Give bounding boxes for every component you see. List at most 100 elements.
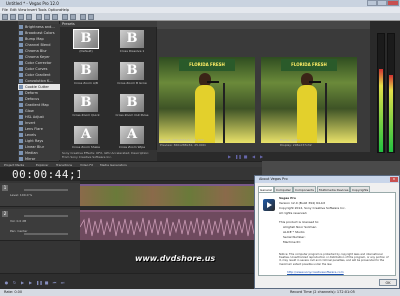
preset-thumbnail[interactable]: B Cross Zoom A/B bbox=[66, 62, 106, 88]
pan-slider[interactable] bbox=[24, 233, 68, 235]
go-end-icon[interactable]: ⏭ bbox=[60, 280, 65, 285]
audio-master-meters bbox=[370, 21, 400, 161]
snap-icon[interactable] bbox=[80, 14, 86, 20]
fx-list-item-label: Color Curves bbox=[25, 67, 48, 71]
play-icon[interactable]: ▶ bbox=[28, 280, 33, 285]
fx-list-item-label: Chroma Keyer bbox=[25, 55, 50, 59]
go-start-icon[interactable]: ⏮ bbox=[52, 280, 57, 285]
fx-plugin-icon bbox=[19, 127, 23, 131]
preset-thumbnail[interactable]: B (Default) bbox=[66, 29, 106, 56]
fx-plugin-icon bbox=[19, 151, 23, 155]
license-org: ALICE * Studio bbox=[283, 230, 305, 234]
audio-track-header[interactable]: 2 Vol: 0.0 dB Pan: Center bbox=[0, 209, 80, 241]
preset-label: Cross Zoom A/B bbox=[74, 81, 98, 85]
render-icon[interactable] bbox=[26, 14, 32, 20]
meter-left bbox=[377, 33, 385, 153]
preset-label: Cross Zoom Out Pulse bbox=[115, 113, 149, 117]
audio-waveform bbox=[80, 217, 262, 237]
next-frame-icon[interactable]: ▶ bbox=[259, 154, 264, 159]
fx-plugin-icon bbox=[19, 139, 23, 143]
ok-button[interactable]: OK bbox=[379, 279, 397, 286]
preset-thumbnail[interactable]: B Cross Zoom Out Pulse bbox=[112, 94, 152, 120]
stop-icon[interactable]: ■ bbox=[243, 154, 248, 159]
preset-label: (Default) bbox=[79, 49, 93, 53]
minimize-button[interactable] bbox=[367, 0, 377, 6]
undo-icon[interactable] bbox=[62, 14, 68, 20]
general-panel: Vegas Pro Version 12.0 (Build 394) 64-bi… bbox=[258, 192, 396, 276]
preset-thumbnail[interactable]: B Cross Dissolve 1 bbox=[112, 30, 152, 56]
folder-tree[interactable] bbox=[0, 21, 18, 161]
close-button[interactable] bbox=[387, 0, 399, 6]
video-event[interactable] bbox=[80, 184, 262, 206]
paste-icon[interactable] bbox=[52, 14, 58, 20]
preset-label: Cross Zoom Shake bbox=[72, 145, 100, 149]
watermark-text: www.dvdshore.us bbox=[135, 254, 216, 263]
fx-list-item-label: Bump Map bbox=[25, 37, 44, 41]
fx-list-item-label: Brightness and... bbox=[25, 25, 55, 29]
status-rate: Rate: 0.00 bbox=[4, 290, 23, 294]
fx-plugin-icon bbox=[19, 73, 23, 77]
prev-frame-icon[interactable]: ◀ bbox=[251, 154, 256, 159]
fx-list-item-label: Color Corrector bbox=[25, 61, 52, 65]
fx-list-item-label: Color Gradient bbox=[25, 73, 51, 77]
play-icon[interactable]: ▶ bbox=[227, 154, 232, 159]
video-track-header[interactable]: 1 Level: 100.0 % bbox=[0, 183, 80, 207]
copy-icon[interactable] bbox=[44, 14, 50, 20]
audio-event[interactable] bbox=[80, 210, 262, 240]
cut-icon[interactable] bbox=[36, 14, 42, 20]
new-project-icon[interactable] bbox=[2, 14, 8, 20]
save-icon[interactable] bbox=[18, 14, 24, 20]
menu-edit[interactable]: Edit bbox=[10, 8, 17, 12]
fx-list-item-label: Deform bbox=[25, 91, 39, 95]
about-dialog: About Vegas Pro × General Computer Compo… bbox=[254, 175, 400, 289]
menu-tools[interactable]: Tools bbox=[38, 8, 47, 12]
licensed-to-label: This product is licensed to: bbox=[279, 220, 320, 224]
fx-plugin-icon bbox=[19, 49, 23, 53]
preset-thumbnail[interactable]: A Cross Zoom Wipe bbox=[112, 126, 152, 152]
level-slider[interactable] bbox=[24, 189, 68, 191]
menu-help[interactable]: Help bbox=[61, 8, 69, 12]
maximize-button[interactable] bbox=[377, 0, 387, 6]
track-list: 1 Level: 100.0 % 2 Vol: 0.0 dB Pan: Cent… bbox=[0, 181, 80, 273]
fx-list-item-label: Lens Flare bbox=[25, 127, 43, 131]
menu-file[interactable]: File bbox=[2, 8, 8, 12]
pause-icon[interactable]: ❚❚ bbox=[36, 280, 43, 285]
redo-icon[interactable] bbox=[70, 14, 76, 20]
open-icon[interactable] bbox=[10, 14, 16, 20]
preset-label: Cross Dissolve 1 bbox=[119, 49, 145, 53]
preset-description: Sony Creative Effects: OFX, GPU Accelera… bbox=[60, 150, 157, 161]
preset-thumbnail[interactable]: B Cross Zoom B Grow bbox=[112, 62, 152, 88]
preset-thumbnail[interactable]: A Cross Zoom Shake bbox=[66, 126, 106, 152]
close-icon[interactable]: × bbox=[390, 177, 398, 182]
stop-icon[interactable]: ■ bbox=[44, 280, 49, 285]
menu-insert[interactable]: Insert bbox=[27, 8, 37, 12]
track-number: 2 bbox=[2, 211, 8, 217]
website-link[interactable]: http://www.sonycreativesoftware.com bbox=[287, 270, 344, 274]
fx-plugin-icon bbox=[19, 25, 23, 29]
product-name: Vegas Pro bbox=[279, 196, 296, 200]
track-level: Level: 100.0 % bbox=[10, 193, 33, 197]
fx-plugin-icon bbox=[19, 37, 23, 41]
timeline-ruler[interactable] bbox=[80, 167, 262, 181]
preset-thumbnail[interactable]: B Cross Zoom Quick bbox=[66, 94, 106, 120]
volume-slider[interactable] bbox=[24, 215, 68, 217]
presets-header: Presets bbox=[60, 21, 157, 27]
loop-icon[interactable]: ↻ bbox=[12, 280, 17, 285]
fx-plugin-icon bbox=[19, 91, 23, 95]
play-from-start-icon[interactable]: ▶ bbox=[20, 280, 25, 285]
menu-view[interactable]: View bbox=[18, 8, 26, 12]
record-icon[interactable]: ● bbox=[4, 280, 9, 285]
pause-icon[interactable]: ❚❚ bbox=[235, 154, 242, 159]
edit-tool-icon[interactable] bbox=[88, 14, 94, 20]
timeline-transport: ● ↻ ▶ ▶ ❚❚ ■ ⏮ ⏭ bbox=[0, 273, 262, 289]
menu-options[interactable]: Options bbox=[48, 8, 62, 12]
fx-plugin-icon bbox=[19, 43, 23, 47]
track-volume: Vol: 0.0 dB bbox=[10, 219, 27, 223]
fx-list-item-label: Cookie Cutter bbox=[25, 85, 49, 89]
licensed-user: Alrighsh Noor Soliman bbox=[283, 225, 317, 229]
status-bar: Rate: 0.00 Record Time (2 channels): 172… bbox=[0, 289, 400, 296]
copyright-text: Copyright 2012, Sony Creative Software I… bbox=[279, 206, 346, 210]
fx-plugin-icon bbox=[19, 85, 23, 89]
track-number: 1 bbox=[2, 185, 8, 191]
fx-plugin-icon bbox=[19, 133, 23, 137]
